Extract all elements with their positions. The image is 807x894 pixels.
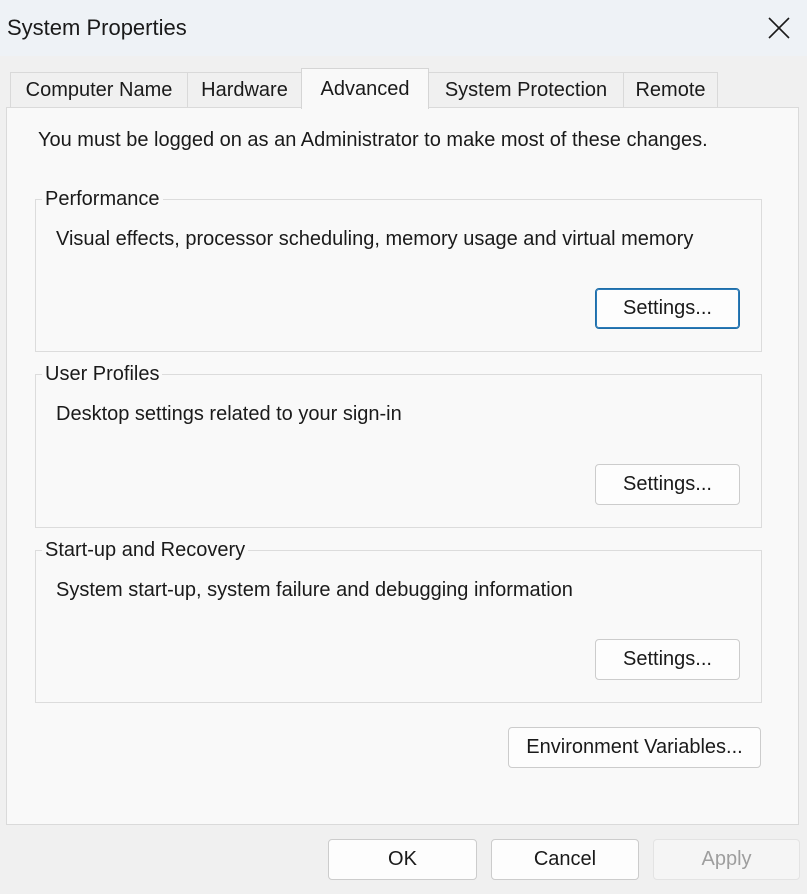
tab-label: Remote — [635, 79, 706, 101]
user-profiles-label: User Profiles — [42, 362, 163, 386]
tab-label: Hardware — [201, 79, 288, 101]
button-label: Settings... — [623, 297, 712, 319]
button-label: OK — [388, 848, 417, 870]
ok-button[interactable]: OK — [328, 839, 477, 880]
performance-group: Performance Visual effects, processor sc… — [35, 187, 762, 352]
user-profiles-description: Desktop settings related to your sign-in — [56, 403, 402, 425]
tab-advanced[interactable]: Advanced — [301, 68, 429, 109]
tab-label: Computer Name — [25, 79, 173, 101]
window-title: System Properties — [7, 15, 187, 40]
startup-recovery-description: System start-up, system failure and debu… — [56, 579, 573, 601]
tab-strip: Computer Name Hardware Advanced System P… — [10, 68, 800, 109]
tab-remote[interactable]: Remote — [623, 72, 718, 108]
close-button[interactable] — [751, 0, 807, 56]
performance-description: Visual effects, processor scheduling, me… — [56, 228, 694, 250]
tab-computer-name[interactable]: Computer Name — [10, 72, 188, 108]
cancel-button[interactable]: Cancel — [491, 839, 639, 880]
startup-recovery-group: Start-up and Recovery System start-up, s… — [35, 538, 762, 703]
button-label: Cancel — [533, 848, 597, 870]
performance-label: Performance — [42, 187, 163, 211]
button-label: Settings... — [623, 648, 712, 670]
environment-variables-button[interactable]: Environment Variables... — [508, 727, 761, 768]
admin-note: You must be logged on as an Administrato… — [38, 129, 708, 151]
user-profiles-settings-button[interactable]: Settings... — [595, 464, 740, 505]
apply-button[interactable]: Apply — [653, 839, 800, 880]
tab-label: Advanced — [320, 77, 410, 100]
tab-system-protection[interactable]: System Protection — [428, 72, 624, 108]
button-label: Settings... — [623, 473, 712, 495]
button-label: Environment Variables... — [526, 736, 743, 758]
advanced-tab-panel: You must be logged on as an Administrato… — [6, 107, 799, 825]
title-bar: System Properties — [0, 0, 807, 56]
tab-label: System Protection — [444, 79, 608, 101]
startup-recovery-settings-button[interactable]: Settings... — [595, 639, 740, 680]
user-profiles-group: User Profiles Desktop settings related t… — [35, 362, 762, 528]
performance-settings-button[interactable]: Settings... — [595, 288, 740, 329]
button-label: Apply — [701, 848, 752, 870]
startup-recovery-label: Start-up and Recovery — [42, 538, 249, 562]
tab-hardware[interactable]: Hardware — [187, 72, 302, 108]
close-icon — [768, 17, 790, 39]
